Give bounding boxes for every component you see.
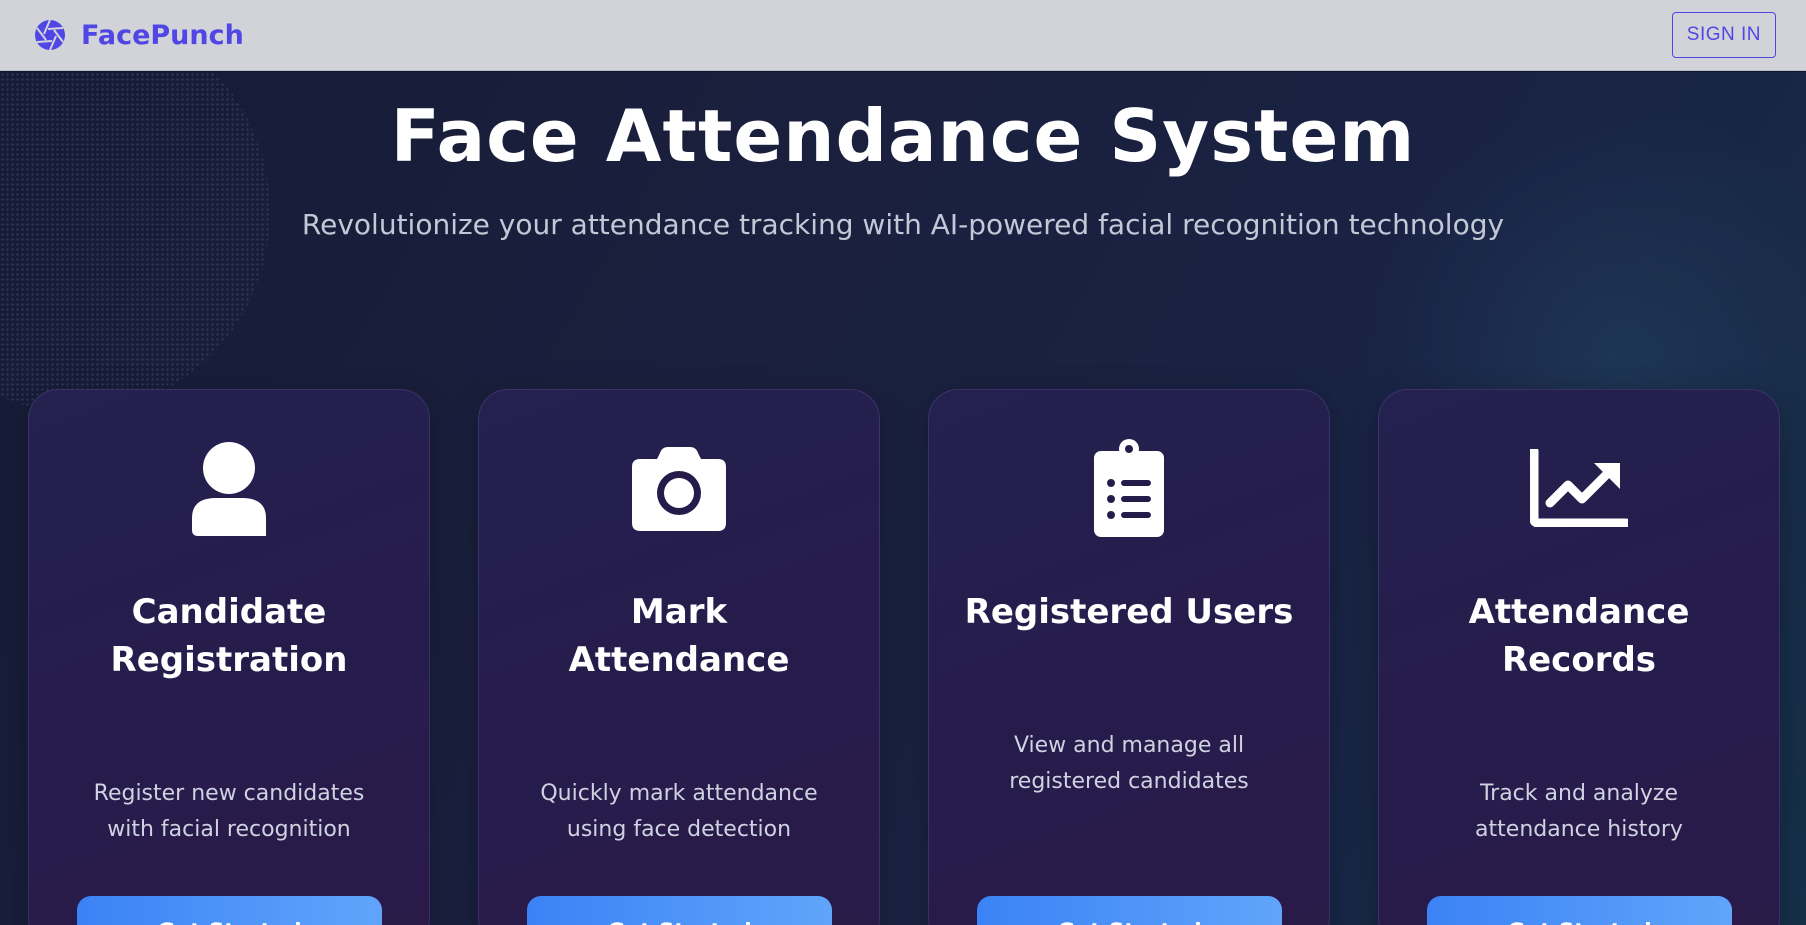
card-title: Mark Attendance — [568, 592, 790, 680]
clipboard-list-icon — [1079, 438, 1179, 538]
brand-name: FacePunch — [81, 19, 244, 51]
brand[interactable]: FacePunch — [33, 18, 244, 52]
get-started-button[interactable]: Get Started — [1427, 896, 1732, 925]
page-title: Face Attendance System — [390, 94, 1416, 178]
feature-cards: Candidate Registration Register new cand… — [28, 389, 1780, 925]
card-description: View and manage all registered candidate… — [1009, 733, 1249, 794]
get-started-button[interactable]: Get Started — [527, 896, 832, 925]
camera-icon — [629, 438, 729, 538]
camera-aperture-icon — [35, 19, 65, 51]
card-description: Register new candidates with facial reco… — [93, 781, 365, 842]
page-subtitle: Revolutionize your attendance tracking w… — [301, 208, 1505, 241]
top-navbar: FacePunch SIGN IN — [0, 0, 1806, 71]
sign-in-button[interactable]: SIGN IN — [1671, 12, 1776, 58]
card-title: Registered Users — [964, 592, 1294, 632]
user-icon — [179, 438, 279, 538]
card-mark-attendance: Mark Attendance Quickly mark attendance … — [478, 389, 880, 925]
card-registered-users: Registered Users View and manage all reg… — [928, 389, 1330, 925]
hero-section: Face Attendance System Revolutionize you… — [0, 72, 1806, 925]
card-candidate-registration: Candidate Registration Register new cand… — [28, 389, 430, 925]
card-title: Candidate Registration — [110, 592, 348, 680]
chart-line-icon — [1529, 438, 1629, 538]
get-started-button[interactable]: Get Started — [977, 896, 1282, 925]
card-attendance-records: Attendance Records Track and analyze att… — [1378, 389, 1780, 925]
card-title: Attendance Records — [1468, 592, 1690, 680]
card-description: Quickly mark attendance using face detec… — [540, 781, 818, 842]
card-description: Track and analyze attendance history — [1475, 781, 1683, 842]
get-started-button[interactable]: Get Started — [77, 896, 382, 925]
